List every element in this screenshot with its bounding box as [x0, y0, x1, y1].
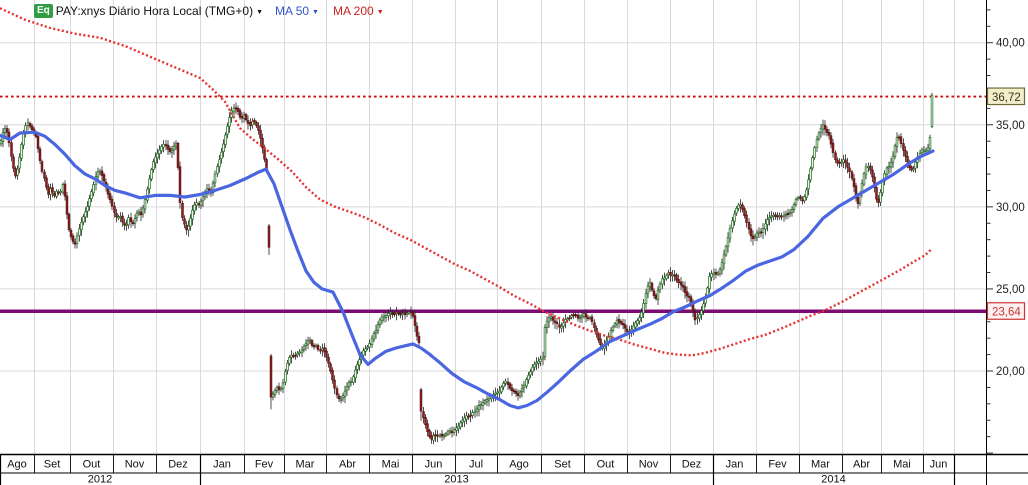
ma200-label: MA 200: [332, 4, 374, 18]
month-label: Jan: [213, 459, 231, 471]
support-price-label[interactable]: 23,64: [986, 302, 1026, 320]
price-chart[interactable]: 40,00 35,00 30,00 25,00 20,00 36,72 23,64 Ago Se…: [0, 0, 1028, 485]
month-label: Dez: [682, 459, 702, 471]
chevron-down-icon: ▼: [376, 9, 384, 16]
month-label: Ago: [509, 459, 529, 471]
price-tick-label: 30,00: [996, 202, 1025, 214]
month-label: Jun: [930, 459, 948, 471]
ma50-label: MA 50: [275, 4, 310, 18]
chevron-down-icon: ▼: [256, 9, 264, 16]
month-label: Jun: [425, 459, 443, 471]
month-label: Fev: [255, 459, 274, 471]
month-label: Ago: [7, 459, 27, 471]
month-label: Dez: [168, 459, 188, 471]
month-label: Mar: [811, 459, 830, 471]
price-tick-label: 35,00: [996, 120, 1025, 132]
price-tick-label: 25,00: [996, 284, 1025, 296]
month-label: Jul: [469, 459, 483, 471]
month-label: Set: [554, 459, 571, 471]
symbol-title-dropdown[interactable]: PAY:xnys Diário Hora Local (TMG+0) ▼: [56, 4, 263, 18]
year-label: 2013: [444, 474, 468, 485]
month-label: Mai: [893, 459, 911, 471]
chevron-down-icon: ▼: [312, 9, 319, 16]
ma200-dropdown[interactable]: MA 200 ▼: [333, 4, 384, 18]
month-label: Mai: [382, 459, 400, 471]
year-label: 2014: [821, 474, 845, 485]
price-tick-label: 20,00: [996, 366, 1025, 378]
chart-window: 40,00 35,00 30,00 25,00 20,00 36,72 23,64 Ago Se…: [0, 0, 1028, 485]
month-label: Fev: [768, 459, 787, 471]
month-label: Out: [597, 459, 615, 471]
symbol-title: PAY:xnys Diário Hora Local (TMG+0): [55, 4, 254, 18]
chart-header: Eq PAY:xnys Diário Hora Local (TMG+0) ▼ M…: [34, 3, 384, 19]
svg-text:36,72: 36,72: [992, 92, 1021, 104]
month-label: Nov: [125, 459, 145, 471]
svg-text:23,64: 23,64: [992, 307, 1021, 319]
ma50-dropdown[interactable]: MA 50 ▼: [275, 4, 319, 18]
plot-area[interactable]: [0, 0, 986, 455]
equity-badge: Eq: [34, 4, 53, 18]
month-label: Abr: [339, 459, 356, 471]
month-label: Abr: [853, 459, 870, 471]
month-label: Mar: [296, 459, 315, 471]
month-label: Set: [44, 459, 61, 471]
month-label: Out: [83, 459, 101, 471]
resistance-price-label[interactable]: 36,72: [986, 87, 1026, 106]
year-label: 2012: [88, 474, 112, 485]
price-tick-label: 40,00: [996, 38, 1025, 50]
month-label: Nov: [639, 459, 659, 471]
month-label: Jan: [726, 459, 744, 471]
